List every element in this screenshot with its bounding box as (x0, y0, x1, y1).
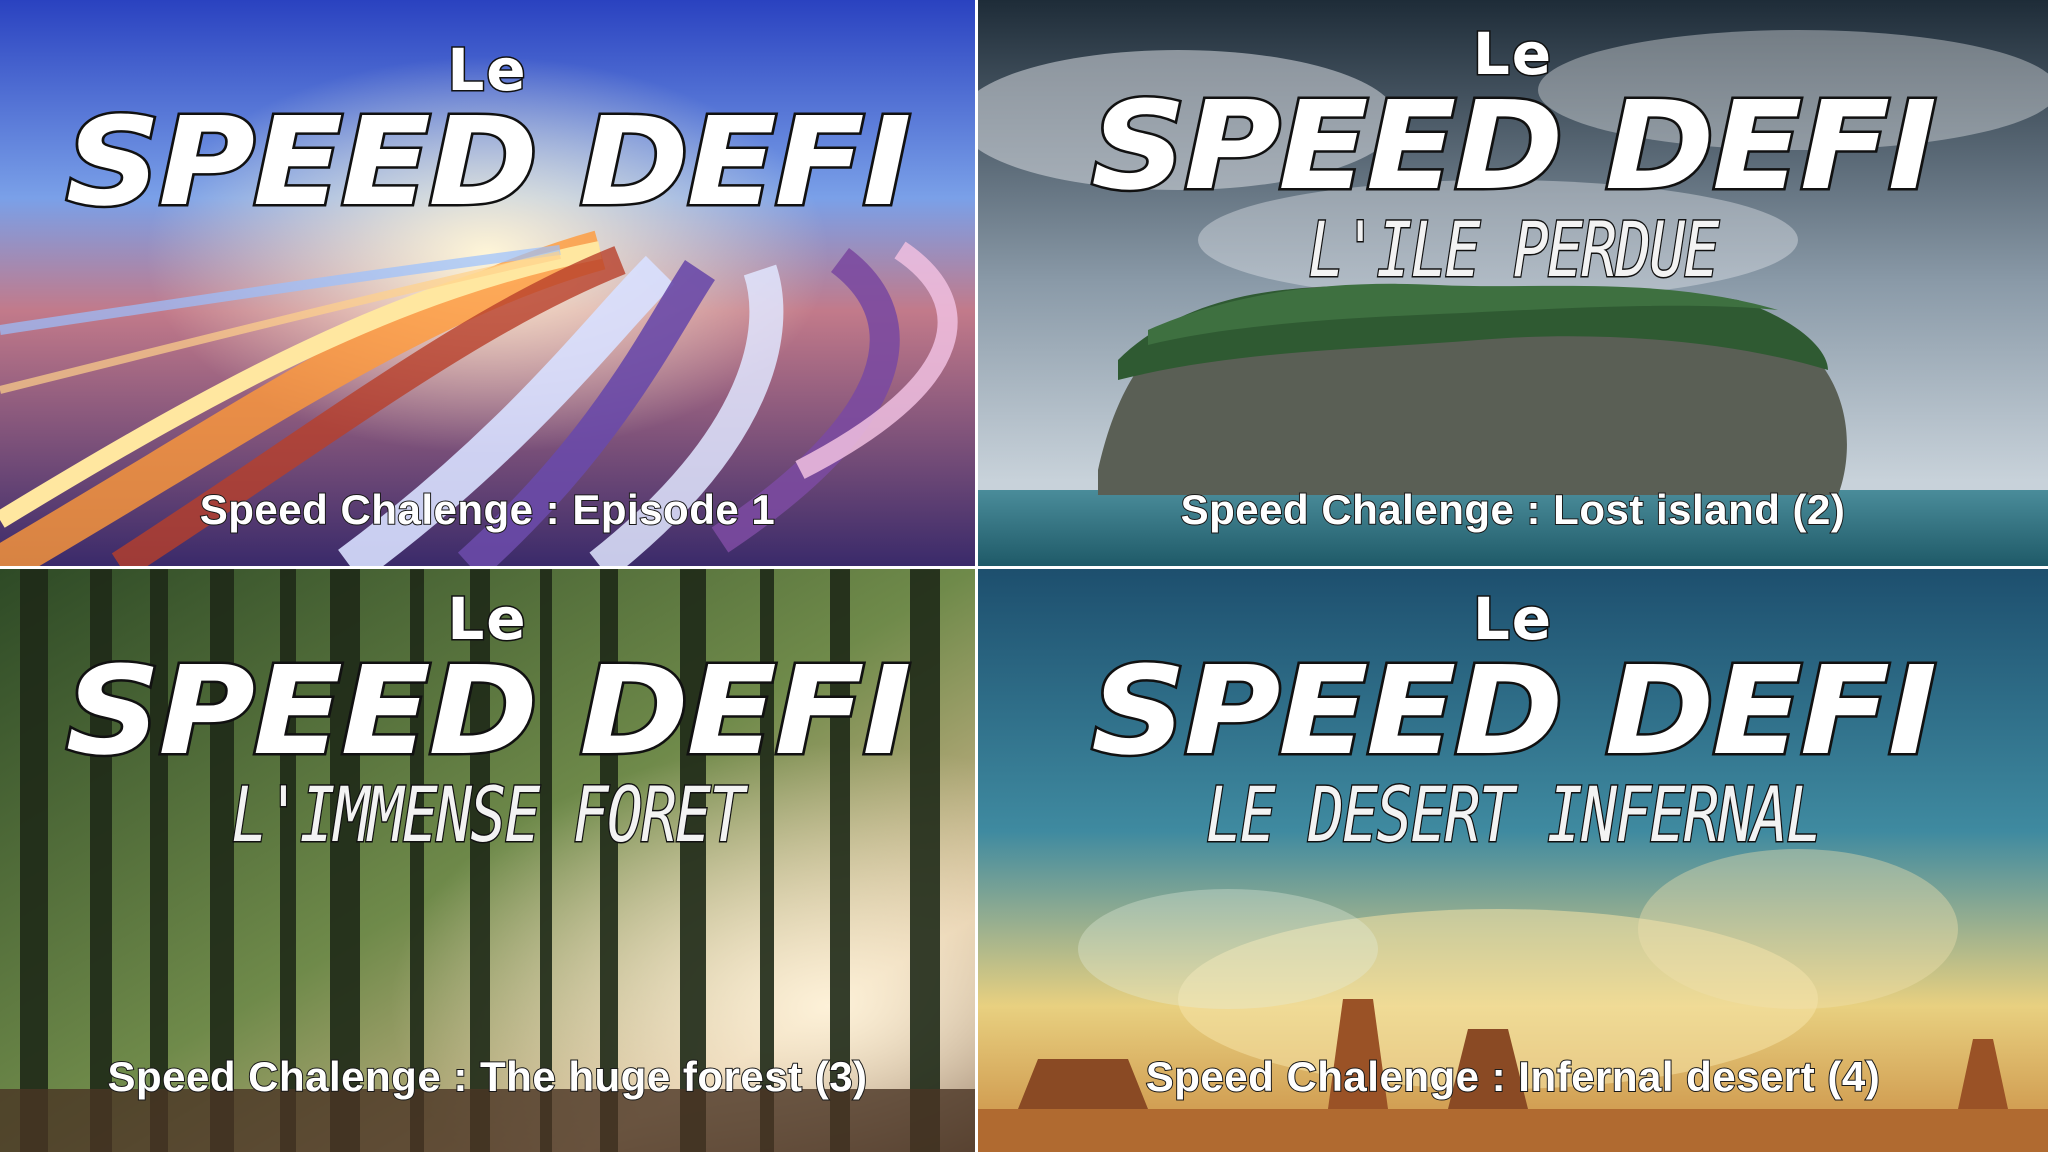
title-block: Le SPEED DEFI LE DESERT INFERNAL (978, 588, 2048, 859)
caption: Speed Chalenge : The huge forest (3) (106, 1052, 868, 1101)
thumbnail-infernal-desert[interactable]: Le SPEED DEFI LE DESERT INFERNAL Speed C… (978, 569, 2048, 1152)
caption: Speed Chalenge : Infernal desert (4) (1145, 1052, 1881, 1101)
caption: Speed Chalenge : Lost island (2) (1180, 485, 1846, 534)
title-speed-defi: SPEED DEFI (63, 640, 914, 782)
title-speed-defi: SPEED DEFI (1089, 75, 1940, 217)
title-block: Le SPEED DEFI L'IMMENSE FORET (0, 588, 975, 859)
episode-subtitle: LE DESERT INFERNAL (1205, 770, 1823, 859)
episode-subtitle: L'IMMENSE FORET (230, 770, 746, 859)
thumbnail-episode-1[interactable]: Le SPEED DEFI Speed Chalenge : Episode 1 (0, 0, 975, 566)
thumbnail-huge-forest[interactable]: Le SPEED DEFI L'IMMENSE FORET Speed Chal… (0, 569, 975, 1152)
thumbnail-lost-island[interactable]: Le SPEED DEFI L'ILE PERDUE Speed Chaleng… (978, 0, 2048, 566)
thumbnail-grid: Le SPEED DEFI Speed Chalenge : Episode 1 (0, 0, 2048, 1152)
title-speed-defi: SPEED DEFI (63, 91, 914, 233)
caption: Speed Chalenge : Episode 1 (199, 485, 776, 534)
episode-subtitle: L'ILE PERDUE (1307, 205, 1720, 294)
title-block: Le SPEED DEFI (0, 39, 975, 233)
title-speed-defi: SPEED DEFI (1089, 640, 1940, 782)
title-block: Le SPEED DEFI L'ILE PERDUE (978, 23, 2048, 294)
